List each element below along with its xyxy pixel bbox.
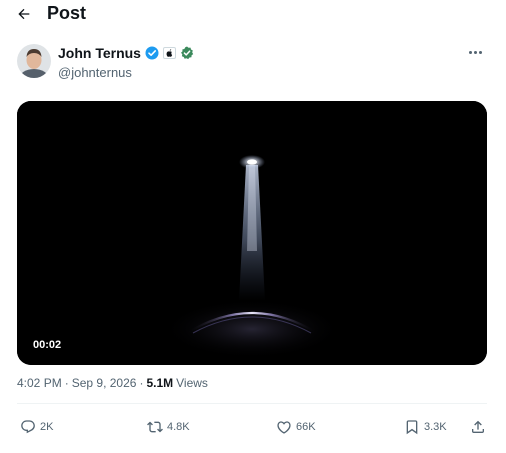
- government-badge-icon: [180, 46, 194, 60]
- heart-icon: [277, 421, 291, 434]
- more-dot-icon: [473, 50, 477, 54]
- author-handle[interactable]: @johnternus: [58, 65, 132, 80]
- share-icon: [472, 420, 484, 433]
- more-dot-icon: [468, 50, 472, 54]
- post-meta: 4:02 PM · Sep 9, 2026 · 5.1M Views: [17, 376, 208, 390]
- bookmark-count: 3.3K: [424, 421, 447, 433]
- video-player[interactable]: 00:02: [17, 101, 487, 365]
- more-options-button[interactable]: [464, 44, 486, 60]
- post-date[interactable]: Sep 9, 2026: [72, 376, 137, 390]
- author-name[interactable]: John Ternus: [58, 45, 141, 61]
- meta-separator: ·: [139, 376, 144, 390]
- divider: [17, 403, 487, 404]
- views-count: 5.1M: [146, 376, 174, 390]
- more-dot-icon: [478, 50, 482, 54]
- meta-separator: ·: [64, 376, 69, 390]
- like-button[interactable]: 66K: [276, 415, 316, 439]
- post-time[interactable]: 4:02 PM: [17, 376, 62, 390]
- post-header: Post: [0, 0, 506, 30]
- share-button[interactable]: [470, 415, 486, 439]
- avatar[interactable]: [17, 44, 51, 78]
- video-frame: [17, 101, 487, 365]
- repost-icon: [147, 421, 163, 433]
- reply-button[interactable]: 2K: [20, 415, 53, 439]
- verified-badge-icon: [145, 46, 159, 60]
- reply-icon: [21, 420, 35, 434]
- page-title: Post: [47, 3, 87, 23]
- bookmark-button[interactable]: 3.3K: [404, 415, 447, 439]
- repost-button[interactable]: 4.8K: [147, 415, 190, 439]
- reply-count: 2K: [40, 421, 54, 433]
- author-name-row: John Ternus: [58, 44, 194, 62]
- bookmark-icon: [406, 420, 418, 435]
- arrow-left-icon: [18, 8, 30, 20]
- apple-affiliation-icon[interactable]: [162, 47, 176, 59]
- video-timestamp: 00:02: [27, 335, 68, 355]
- back-button[interactable]: [13, 3, 35, 25]
- like-count: 66K: [296, 421, 316, 433]
- action-bar: 2K 4.8K 66K 3.3K: [0, 415, 506, 439]
- views-label: Views: [176, 376, 208, 390]
- repost-count: 4.8K: [167, 421, 190, 433]
